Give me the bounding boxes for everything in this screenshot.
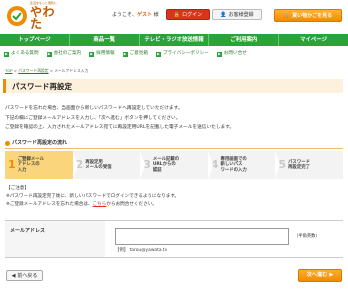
email-hint: （半角英数） bbox=[294, 234, 320, 239]
subnav-item-privacy[interactable]: ▶ プライバシーポリシー bbox=[155, 51, 209, 57]
breadcrumb-password-reset[interactable]: パスワード再設定 bbox=[18, 68, 48, 73]
notes: 【ご注意】 ※パスワード再設定完了後に、新しいパスワードでログインできるようにな… bbox=[6, 185, 179, 210]
email-field[interactable] bbox=[115, 228, 289, 245]
main-nav: トップページ 商品一覧 テレビ・ラジオ放送情報 ご利用案内 マイページ bbox=[0, 34, 348, 46]
subnav-item-recruit[interactable]: ▶ 採用情報 bbox=[89, 51, 115, 57]
guest-name: ゲスト bbox=[137, 12, 153, 18]
subnav-item-contact[interactable]: ▶ お問い合せ bbox=[216, 51, 247, 57]
next-button[interactable]: 次へ進む ▶ bbox=[298, 269, 342, 282]
back-button[interactable]: ◀ 前へ戻る bbox=[6, 270, 43, 281]
register-button[interactable]: 👤 お客様登録 bbox=[212, 9, 262, 20]
email-example: 【例】 tarou@yawata.tv bbox=[115, 248, 168, 253]
breadcrumb-current: メールアドレス入力 bbox=[54, 68, 89, 73]
nav-item-products[interactable]: 商品一覧 bbox=[70, 34, 140, 46]
breadcrumb-home[interactable]: TOP bbox=[5, 68, 13, 73]
email-label: メールアドレス bbox=[5, 221, 105, 257]
arrow-right-icon: ▶ bbox=[4, 51, 9, 57]
step-4: 4 専用画面での 新しいパス ワードの入力 bbox=[207, 151, 280, 179]
contact-link[interactable]: こちら bbox=[93, 202, 107, 207]
bullet-icon bbox=[5, 140, 10, 146]
intro-text: パスワードを忘れた場合、当画面から新しいパスワードへ再設定していただけます。 下… bbox=[5, 106, 235, 130]
step-flow: 1 ご登録メール アドレスの 入力 2 再設定用 メールの受信 3 メール記載の… bbox=[5, 151, 343, 179]
notes-line-1: ※パスワード再設定完了後に、新しいパスワードでログインできるようになります。 bbox=[6, 194, 180, 200]
step-5: 5 パスワード 再設定完了 bbox=[275, 151, 343, 179]
arrow-right-icon: ▶ bbox=[46, 51, 52, 57]
arrow-right-icon: ▶ bbox=[216, 51, 222, 57]
logo-mark-icon bbox=[6, 5, 28, 27]
user-icon: 👤 bbox=[220, 11, 227, 18]
email-form: メールアドレス （半角英数） 【例】 tarou@yawata.tv bbox=[5, 220, 343, 258]
nav-item-top[interactable]: トップページ bbox=[0, 34, 70, 46]
page-title: パスワード再設定 bbox=[3, 79, 343, 93]
notes-line-2: ※ご登録メールアドレスを忘れた場合は、こちらからお問合せください。 bbox=[6, 202, 157, 208]
section-heading: パスワード再設定の流れ bbox=[5, 140, 67, 146]
step-1: 1 ご登録メール アドレスの 入力 bbox=[5, 151, 78, 179]
nav-item-broadcast[interactable]: テレビ・ラジオ放送情報 bbox=[140, 34, 210, 46]
chevron-left-icon: ◀ bbox=[11, 272, 16, 279]
welcome-message: ようこそ、ゲスト 様 bbox=[112, 12, 159, 18]
nav-item-mypage[interactable]: マイページ bbox=[279, 34, 348, 46]
lock-icon: 🔒 bbox=[173, 11, 181, 18]
logo-name: やわた bbox=[30, 4, 56, 31]
arrow-right-icon: ▶ bbox=[155, 51, 161, 57]
sub-nav: ▶ よくある質問 ▶ 会社のご案内 ▶ 採用情報 ▶ ご意見箱 ▶ プライバシーポリシー … bbox=[0, 48, 348, 60]
subnav-item-company[interactable]: ▶ 会社のご案内 bbox=[46, 51, 81, 57]
subnav-item-feedback[interactable]: ▶ ご意見箱 bbox=[122, 51, 148, 57]
chevron-right-icon: ▶ bbox=[329, 272, 334, 279]
arrow-right-icon: ▶ bbox=[122, 51, 128, 57]
site-header: 生活をもっと便利に やわた ようこそ、ゲスト 様 🔒 ログイン 👤 お客様登録 … bbox=[0, 0, 348, 33]
site-logo[interactable]: 生活をもっと便利に やわた bbox=[6, 2, 58, 31]
cart-button[interactable]: 🛒 買い物かごを見る bbox=[274, 9, 342, 22]
breadcrumb: TOP > パスワード再設定 > メールアドレス入力 bbox=[5, 68, 89, 73]
login-button[interactable]: 🔒 ログイン bbox=[166, 9, 210, 20]
subnav-item-faq[interactable]: ▶ よくある質問 bbox=[4, 51, 39, 57]
section-divider bbox=[5, 148, 343, 149]
step-3: 3 メール記載の URLからの 認証 bbox=[140, 151, 213, 179]
nav-item-guide[interactable]: ご利用案内 bbox=[209, 34, 280, 46]
cart-icon: 🛒 bbox=[283, 12, 291, 19]
step-2: 2 再設定用 メールの受信 bbox=[72, 151, 145, 179]
arrow-right-icon: ▶ bbox=[89, 51, 95, 57]
notes-heading: 【ご注意】 bbox=[6, 186, 29, 191]
